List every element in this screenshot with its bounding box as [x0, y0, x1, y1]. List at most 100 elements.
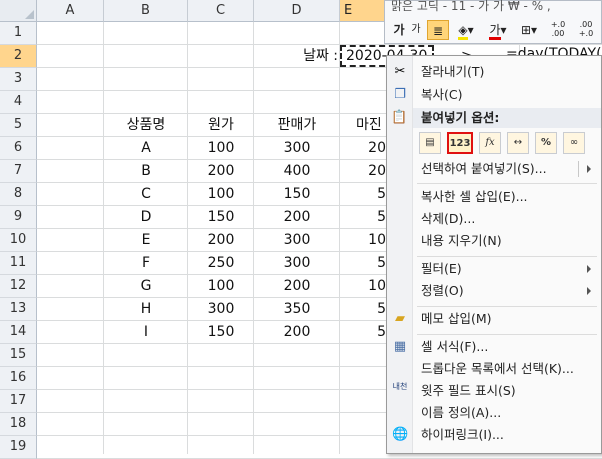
row-header-12[interactable]: 12 [0, 275, 37, 298]
cost-cell[interactable]: 250 [188, 252, 254, 275]
row-header-1[interactable]: 1 [0, 22, 37, 45]
cost-cell[interactable]: 200 [188, 160, 254, 183]
row-header-11[interactable]: 11 [0, 252, 37, 275]
font-shrink-button[interactable]: 가 [409, 20, 423, 40]
row-header-14[interactable]: 14 [0, 321, 37, 344]
price-cell[interactable]: 200 [254, 321, 340, 344]
column-header-b[interactable]: B [104, 0, 188, 22]
margin-cell[interactable]: 10 [340, 229, 386, 252]
price-cell[interactable]: 350 [254, 298, 340, 321]
margin-cell[interactable]: 5 [340, 252, 386, 275]
paste-transpose-button[interactable]: ↔ [507, 132, 529, 154]
cost-cell[interactable]: 100 [188, 183, 254, 206]
hyperlink-icon: 🌐 [392, 427, 409, 442]
mini-toolbar-row1: 맑은 고딕 - 11 - 가 가 ₩ - % , [391, 0, 551, 13]
cost-cell[interactable]: 150 [188, 321, 254, 344]
paste-link-icon: ∞ [569, 137, 579, 148]
price-cell[interactable]: 300 [254, 137, 340, 160]
product-name-cell[interactable]: G [104, 275, 188, 298]
menu-item-phonetic-field[interactable]: 내천 윗주 필드 표시(S) [387, 380, 601, 402]
product-name-cell[interactable]: I [104, 321, 188, 344]
price-cell[interactable]: 200 [254, 275, 340, 298]
submenu-arrow-icon [587, 287, 591, 295]
product-name-cell[interactable]: B [104, 160, 188, 183]
paste-link-button[interactable]: ∞ [563, 132, 585, 154]
menu-item-insert-comment[interactable]: ▰ 메모 삽입(M) [387, 308, 601, 330]
increase-decimal-icon: +.0 .00 [550, 20, 566, 38]
margin-cell[interactable]: 5 [340, 206, 386, 229]
menu-item-define-name[interactable]: 이름 정의(A)... [387, 402, 601, 424]
margin-cell[interactable]: 5 [340, 298, 386, 321]
submenu-arrow-icon [587, 265, 591, 273]
cost-cell[interactable]: 100 [188, 137, 254, 160]
column-header-a[interactable]: A [37, 0, 104, 22]
menu-item-sort[interactable]: 정렬(O) [387, 280, 601, 302]
column-header-c[interactable]: C [188, 0, 254, 22]
select-all-corner[interactable] [0, 0, 37, 22]
scissors-icon: ✂ [394, 64, 406, 79]
row-header-10[interactable]: 10 [0, 229, 37, 252]
row-header-8[interactable]: 8 [0, 183, 37, 206]
comment-icon: ▰ [395, 311, 405, 326]
fill-color-button[interactable]: ◈▾ [453, 20, 479, 40]
row-header-15[interactable]: 15 [0, 344, 37, 367]
align-center-button[interactable]: ≣ [427, 20, 449, 40]
paste-all-button[interactable]: ▤ [419, 132, 441, 154]
menu-item-delete[interactable]: 삭제(D)... [387, 208, 601, 230]
product-name-cell[interactable]: E [104, 229, 188, 252]
price-cell[interactable]: 300 [254, 252, 340, 275]
decrease-decimal-button[interactable]: .00 +.0 [573, 20, 599, 40]
increase-decimal-button[interactable]: +.0 .00 [545, 20, 571, 40]
price-cell[interactable]: 300 [254, 229, 340, 252]
paste-values-button[interactable]: 123 [447, 132, 473, 154]
paste-options-header: 📋 붙여넣기 옵션: [391, 108, 601, 128]
cost-cell[interactable]: 150 [188, 206, 254, 229]
product-name-cell[interactable]: D [104, 206, 188, 229]
row-header-17[interactable]: 17 [0, 390, 37, 413]
date-label: 날짜 : [303, 48, 338, 64]
row-header-9[interactable]: 9 [0, 206, 37, 229]
margin-cell[interactable]: 5 [340, 321, 386, 344]
menu-item-copy[interactable]: ❐ 복사(C) [387, 84, 601, 106]
row-header-16[interactable]: 16 [0, 367, 37, 390]
row-header-5[interactable]: 5 [0, 114, 37, 137]
borders-button[interactable]: ⊞▾ [517, 20, 541, 40]
margin-cell[interactable]: 20 [340, 137, 386, 160]
paste-formulas-button[interactable]: fx [479, 132, 501, 154]
column-header-d[interactable]: D [254, 0, 340, 22]
menu-item-filter[interactable]: 필터(E) [387, 258, 601, 280]
row-header-19[interactable]: 19 [0, 436, 37, 459]
menu-item-cut[interactable]: ✂ 잘라내기(T) [387, 61, 601, 83]
paste-formatting-button[interactable]: % [535, 132, 557, 154]
row-header-7[interactable]: 7 [0, 160, 37, 183]
product-name-cell[interactable]: C [104, 183, 188, 206]
menu-item-pick-from-list[interactable]: 드롭다운 목록에서 선택(K)... [387, 358, 601, 380]
margin-cell[interactable]: 20 [340, 160, 386, 183]
row-header-2[interactable]: 2 [0, 45, 37, 68]
menu-item-hyperlink[interactable]: 🌐 하이퍼링크(I)... [387, 424, 601, 446]
row-header-4[interactable]: 4 [0, 91, 37, 114]
header-price: 판매가 [277, 117, 317, 133]
row-header-6[interactable]: 6 [0, 137, 37, 160]
row-header-13[interactable]: 13 [0, 298, 37, 321]
decrease-decimal-icon: .00 +.0 [578, 20, 594, 38]
menu-item-clear-contents[interactable]: 내용 지우기(N) [387, 230, 601, 252]
price-cell[interactable]: 150 [254, 183, 340, 206]
menu-item-paste-special[interactable]: 선택하여 붙여넣기(S)... [387, 158, 601, 180]
cost-cell[interactable]: 200 [188, 229, 254, 252]
menu-item-insert-copied[interactable]: 복사한 셀 삽입(E)... [387, 186, 601, 208]
row-header-18[interactable]: 18 [0, 413, 37, 436]
font-grow-button[interactable]: 가 [391, 20, 407, 40]
margin-cell[interactable]: 10 [340, 275, 386, 298]
cost-cell[interactable]: 100 [188, 275, 254, 298]
menu-item-format-cells[interactable]: ▦ 셀 서식(F)... [387, 336, 601, 358]
margin-cell[interactable]: 5 [340, 183, 386, 206]
price-cell[interactable]: 200 [254, 206, 340, 229]
cost-cell[interactable]: 300 [188, 298, 254, 321]
product-name-cell[interactable]: H [104, 298, 188, 321]
price-cell[interactable]: 400 [254, 160, 340, 183]
font-color-button[interactable]: 가▾ [485, 20, 511, 40]
product-name-cell[interactable]: F [104, 252, 188, 275]
row-header-3[interactable]: 3 [0, 68, 37, 91]
product-name-cell[interactable]: A [104, 137, 188, 160]
